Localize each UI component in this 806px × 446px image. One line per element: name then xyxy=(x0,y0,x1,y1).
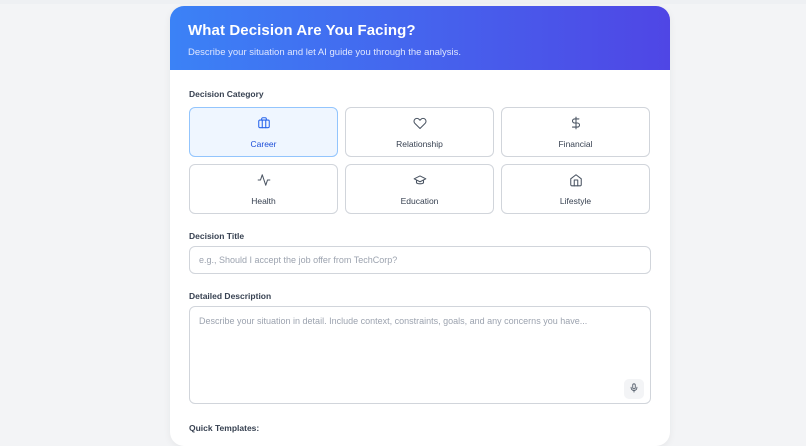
title-label: Decision Title xyxy=(189,231,245,241)
title-section: Decision Title xyxy=(189,231,651,274)
category-career-label: Career xyxy=(250,138,277,149)
category-education[interactable]: Education xyxy=(345,164,494,214)
home-icon xyxy=(569,173,583,192)
category-lifestyle-label: Lifestyle xyxy=(559,195,592,206)
heart-icon xyxy=(413,116,427,135)
page-title: What Decision Are You Facing? xyxy=(188,22,416,39)
card-header: What Decision Are You Facing? Describe y… xyxy=(170,6,670,70)
voice-input-button[interactable] xyxy=(624,379,644,399)
description-section: Detailed Description xyxy=(189,291,651,404)
description-label: Detailed Description xyxy=(189,291,272,301)
category-grid: Career Relationship Financial Health Edu… xyxy=(189,107,651,214)
category-relationship-label: Relationship xyxy=(396,138,443,149)
dollar-icon xyxy=(569,116,583,135)
briefcase-icon xyxy=(257,116,271,135)
category-financial[interactable]: Financial xyxy=(501,107,650,157)
category-career[interactable]: Career xyxy=(189,107,338,157)
card-body: Decision Category Career Relationship Fi… xyxy=(170,70,670,433)
decision-title-input[interactable] xyxy=(189,246,651,274)
category-health[interactable]: Health xyxy=(189,164,338,214)
microphone-icon xyxy=(629,380,639,398)
category-lifestyle[interactable]: Lifestyle xyxy=(501,164,650,214)
category-education-label: Education xyxy=(400,195,439,206)
description-wrap xyxy=(189,306,651,404)
category-financial-label: Financial xyxy=(558,138,593,149)
category-label: Decision Category xyxy=(189,89,264,99)
activity-icon xyxy=(257,173,271,192)
quick-templates-label: Quick Templates: xyxy=(189,423,260,433)
page-subtitle: Describe your situation and let AI guide… xyxy=(188,47,462,58)
category-relationship[interactable]: Relationship xyxy=(345,107,494,157)
category-health-label: Health xyxy=(251,195,276,206)
decision-card: What Decision Are You Facing? Describe y… xyxy=(170,6,670,446)
graduation-cap-icon xyxy=(413,173,427,192)
top-bar xyxy=(0,0,806,4)
description-textarea[interactable] xyxy=(189,306,651,404)
